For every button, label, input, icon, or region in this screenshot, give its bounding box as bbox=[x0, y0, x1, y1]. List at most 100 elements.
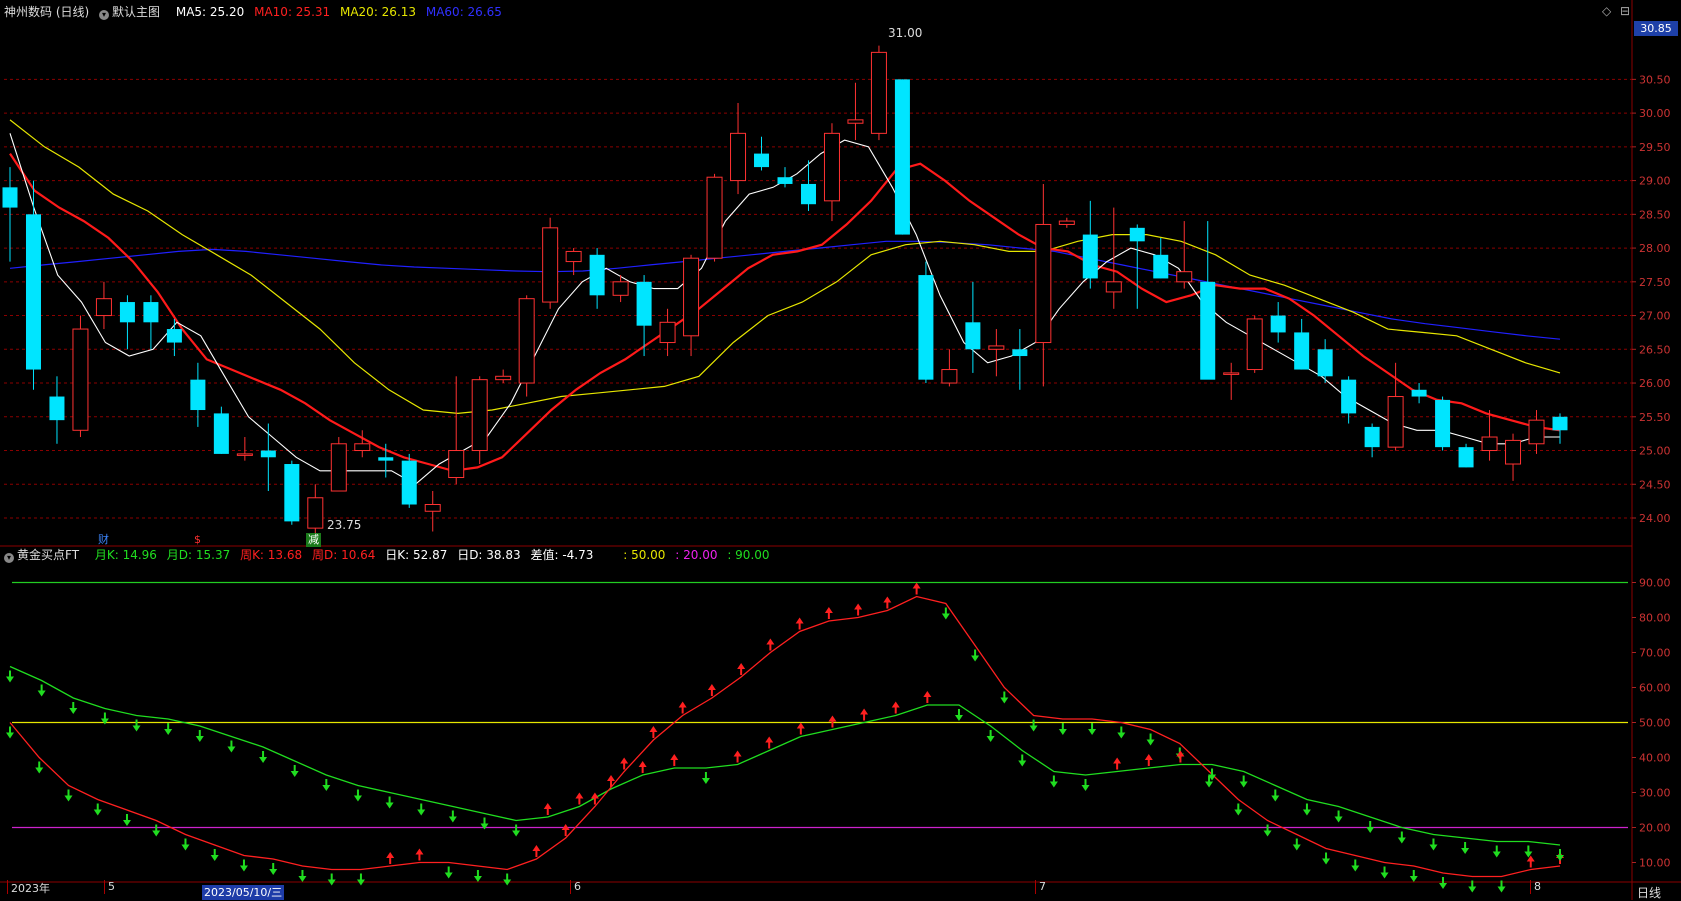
daily-d-arrow bbox=[828, 715, 837, 728]
daily-k-arrow bbox=[1526, 855, 1535, 868]
monthly-d: 月D: 15.37 bbox=[166, 548, 231, 562]
candle[interactable] bbox=[330, 437, 347, 492]
badge-dividend[interactable]: $ bbox=[192, 533, 203, 547]
badge-reduce[interactable]: 减 bbox=[306, 533, 321, 547]
candle[interactable] bbox=[25, 180, 41, 390]
stock-title[interactable]: 神州数码 (日线) bbox=[4, 5, 89, 19]
candle-body-up bbox=[706, 176, 723, 259]
candle[interactable] bbox=[471, 376, 488, 465]
candle[interactable] bbox=[143, 295, 159, 350]
candle-body-down bbox=[777, 177, 793, 184]
daily-d-arrow bbox=[1271, 789, 1280, 802]
daily-d-arrow bbox=[227, 740, 236, 753]
candle-body-down bbox=[1200, 281, 1216, 380]
candle[interactable] bbox=[1481, 410, 1498, 461]
candle[interactable] bbox=[730, 102, 747, 195]
candle[interactable] bbox=[894, 79, 910, 235]
candle[interactable] bbox=[119, 295, 135, 350]
daily-d-arrow bbox=[353, 789, 362, 802]
candle[interactable] bbox=[542, 217, 559, 309]
candle[interactable] bbox=[1176, 221, 1193, 289]
candle[interactable] bbox=[706, 173, 723, 262]
candle[interactable] bbox=[284, 460, 300, 525]
candle[interactable] bbox=[1105, 207, 1122, 309]
grid-layer bbox=[0, 0, 1681, 900]
period-button[interactable]: 日线 bbox=[1637, 884, 1661, 901]
candle[interactable] bbox=[72, 315, 89, 438]
candle[interactable] bbox=[847, 82, 864, 141]
indicator-dropdown[interactable]: ▾ 黄金买点FT bbox=[4, 548, 89, 563]
daily-d-arrow bbox=[923, 691, 932, 703]
candle[interactable] bbox=[495, 369, 512, 384]
candle[interactable] bbox=[518, 295, 535, 397]
candle[interactable] bbox=[918, 261, 934, 384]
candle[interactable] bbox=[754, 136, 770, 171]
indicator-tick-label: 50.00 bbox=[1639, 717, 1671, 730]
candle[interactable] bbox=[988, 329, 1005, 377]
candle[interactable] bbox=[401, 453, 417, 508]
price-tick-label: 24.00 bbox=[1639, 512, 1671, 525]
price-tick-label: 26.00 bbox=[1639, 377, 1671, 390]
daily-d-arrow bbox=[1461, 842, 1470, 854]
candle[interactable] bbox=[1552, 413, 1568, 444]
daily-k-arrow bbox=[912, 582, 921, 595]
candle[interactable] bbox=[589, 248, 605, 309]
candle[interactable] bbox=[1223, 362, 1240, 400]
candle[interactable] bbox=[965, 281, 981, 373]
candle-body-up bbox=[870, 51, 887, 134]
candle[interactable] bbox=[1364, 423, 1380, 458]
candle[interactable] bbox=[1435, 396, 1451, 451]
candle-body-down bbox=[401, 460, 417, 505]
candle[interactable] bbox=[1317, 339, 1333, 384]
candle[interactable] bbox=[870, 45, 887, 141]
candle[interactable] bbox=[49, 376, 65, 444]
candle-body-down bbox=[166, 329, 182, 343]
candle[interactable] bbox=[823, 123, 840, 222]
daily-d-arrow bbox=[195, 730, 204, 742]
main-chart-dropdown[interactable]: ▾ 默认主图 bbox=[99, 5, 170, 20]
main-chart-legend: 神州数码 (日线) ▾ 默认主图 MA5: 25.20 MA10: 25.31 M… bbox=[4, 4, 508, 20]
candle[interactable] bbox=[1246, 315, 1263, 373]
selected-date-label: 2023/05/10/三 bbox=[202, 885, 285, 900]
candle-body-down bbox=[378, 457, 394, 461]
candle[interactable] bbox=[236, 437, 253, 461]
candle[interactable] bbox=[1505, 433, 1522, 481]
candle[interactable] bbox=[1058, 217, 1075, 228]
price-tick-label: 30.50 bbox=[1639, 73, 1671, 86]
level-50: : 50.00 bbox=[623, 548, 666, 562]
candle[interactable] bbox=[1270, 302, 1286, 343]
collapse-icon[interactable]: ⊟ bbox=[1620, 4, 1630, 18]
candle-body-down bbox=[119, 302, 135, 323]
candle[interactable] bbox=[1294, 318, 1310, 370]
price-tick-label: 25.00 bbox=[1639, 445, 1671, 458]
chevron-down-icon: ▾ bbox=[99, 10, 110, 20]
candle-body-up bbox=[424, 504, 441, 512]
candle[interactable] bbox=[307, 484, 324, 535]
candle-body-up bbox=[1035, 223, 1052, 344]
candle[interactable] bbox=[424, 491, 441, 532]
daily-k-arrow bbox=[941, 607, 950, 620]
badge-finance[interactable]: 财 bbox=[96, 533, 111, 547]
candle[interactable] bbox=[1153, 237, 1169, 279]
price-tick-label: 30.00 bbox=[1639, 107, 1671, 120]
candle-body-down bbox=[1082, 234, 1098, 279]
candle[interactable] bbox=[1012, 329, 1028, 390]
candle[interactable] bbox=[1200, 221, 1216, 380]
candle[interactable] bbox=[190, 362, 206, 427]
candle[interactable] bbox=[213, 406, 229, 454]
candle[interactable] bbox=[448, 376, 465, 485]
candle-body-down bbox=[1294, 332, 1310, 370]
daily-k-arrow bbox=[532, 845, 541, 857]
candle[interactable] bbox=[95, 281, 112, 330]
daily-k-arrow bbox=[854, 603, 863, 616]
monthly-k: 月K: 14.96 bbox=[94, 548, 157, 562]
candle[interactable] bbox=[1411, 383, 1427, 404]
candle[interactable] bbox=[683, 254, 700, 357]
diamond-icon[interactable]: ◇ bbox=[1602, 4, 1611, 18]
indicator-tick-label: 60.00 bbox=[1639, 682, 1671, 695]
candle-body-up bbox=[1058, 220, 1075, 225]
candle[interactable] bbox=[260, 423, 276, 492]
candle[interactable] bbox=[941, 349, 958, 387]
kd-indicator-series bbox=[6, 582, 1564, 893]
candle[interactable] bbox=[1458, 443, 1474, 468]
